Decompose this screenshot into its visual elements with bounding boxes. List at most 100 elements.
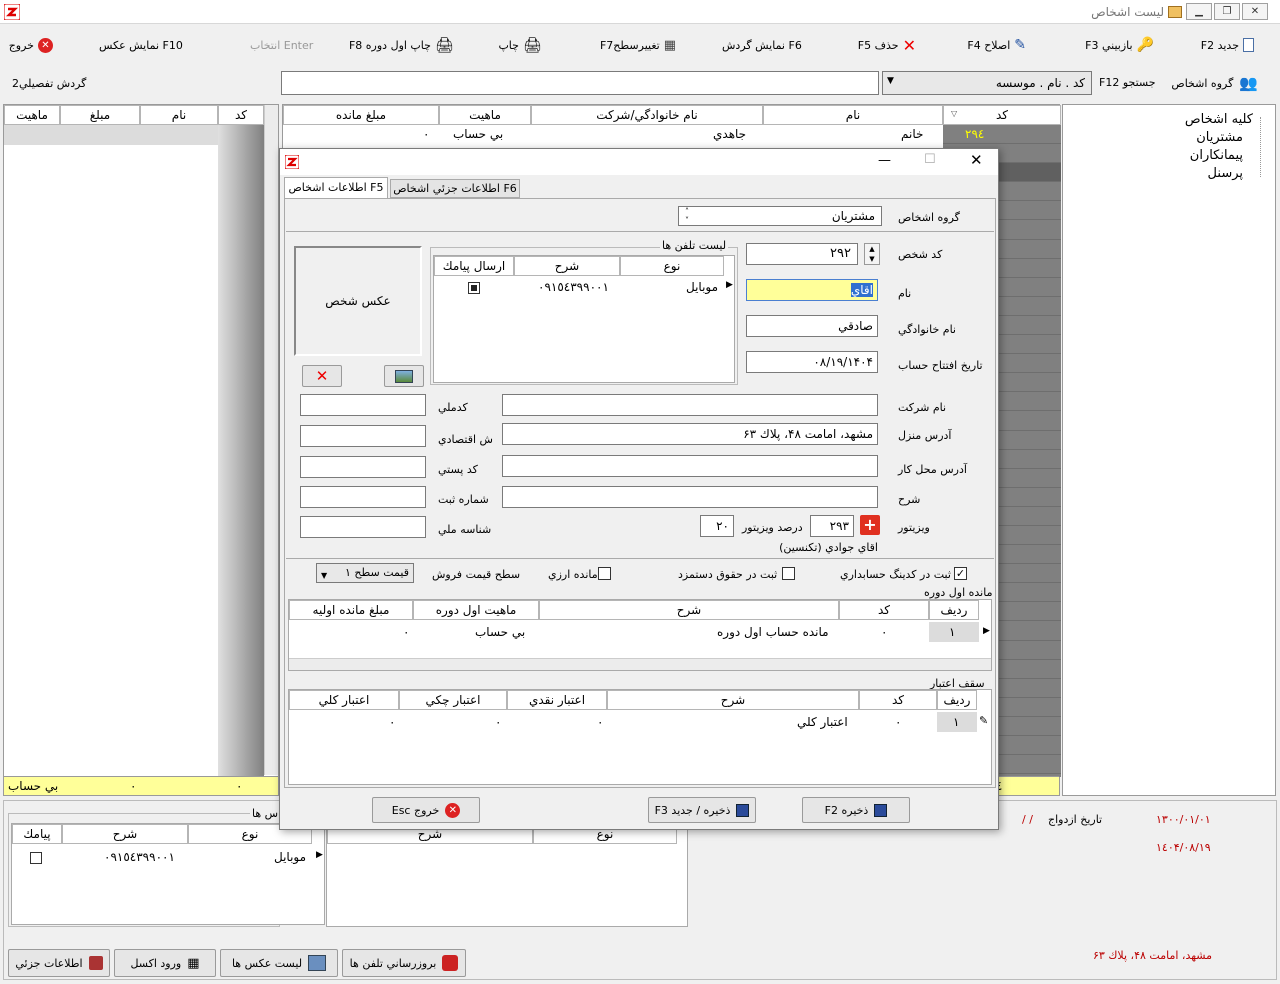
turnover-button[interactable]: نمايش گردش F6 [722,36,802,54]
add-visitor-button[interactable]: + [860,515,880,535]
home-address-label: آدرس منزل [898,429,952,442]
left-grid[interactable]: ماهيت مبلغ نام كد بي حساب ٠ ٠ [3,104,279,796]
person-photo[interactable]: عكس شخص [294,246,422,356]
tab-detail[interactable]: اطلاعات جزئي اشخاص F6 [390,179,520,198]
show-photo-button[interactable]: نمايش عكس F10 [99,36,183,54]
open-date-input[interactable]: ١۴٠۴/٠٨/١٩ [746,351,878,373]
dialog-maximize-button[interactable]: ☐ [924,152,936,167]
postal-input[interactable] [300,456,426,478]
opening-grid[interactable]: مبلغ مانده اوليه ماهيت اول دوره شرح كد ر… [288,599,992,671]
salary-label: ثبت در حقوق دستمزد [678,568,778,581]
sms-checkbox[interactable] [30,852,42,864]
open-date-label: تاريخ افتتاح حساب [898,359,983,372]
second-grid[interactable]: شرح نوع [326,823,688,927]
name-input[interactable]: اقاي [746,279,878,301]
excel-import-button[interactable]: ▦ ورود اكسل [114,949,216,977]
left-col-name[interactable]: نام [140,105,218,125]
minimize-button[interactable]: ▁ [1186,3,1212,20]
col-header-balance[interactable]: مبلغ مانده [283,105,439,125]
salary-checkbox[interactable] [782,567,795,580]
restore-button[interactable]: ❐ [1214,3,1240,20]
title-bar: ليست اشخاص ▁ ❐ ✕ [0,0,1280,24]
remove-photo-button[interactable]: ✕ [302,365,342,387]
work-address-input[interactable] [502,455,878,477]
code-spinner[interactable]: ▲ ▼ [864,243,880,265]
code-cell[interactable]: ٢٩٤ [943,125,1061,145]
group-label: گروه اشخاص [1171,76,1234,90]
col-header-name[interactable]: نام [763,105,943,125]
dialog-exit-button[interactable]: ✕ خروج Esc [372,797,480,823]
left-scrollbar[interactable] [264,105,278,775]
photo-list-button[interactable]: ليست عكس ها [220,949,338,977]
price-level-select[interactable]: قيمت سطح ١ ▼ [316,563,414,583]
edit-button[interactable]: ✎ اصلاح F4 [967,36,1026,54]
new-button[interactable]: جديد F2 [1201,36,1254,54]
col-header-nature[interactable]: ماهيت [439,105,531,125]
load-photo-button[interactable] [384,365,424,387]
update-phones-button[interactable]: بروزرساني تلفن ها [342,949,466,977]
review-button[interactable]: 🔑 بازبيني F3 [1085,36,1154,54]
printer-icon: 🖨 [522,36,542,54]
left-col-code[interactable]: كد [218,105,264,125]
national-code-input[interactable] [300,394,426,416]
person-dialog: — ☐ ✕ اطلاعات اشخاص F5 اطلاعات جزئي اشخا… [279,148,999,830]
sms-checkbox-checked[interactable] [468,282,480,294]
floppy-icon [874,803,888,817]
table-row[interactable]: ٠ بي حساب جاهدي خانم [283,125,943,143]
save-button[interactable]: ذخيره F2 [802,797,910,823]
family-input[interactable]: صادقي [746,315,878,337]
opening-scrollbar[interactable] [289,658,991,670]
search-input[interactable] [281,71,879,95]
tree-item[interactable]: مشتريان [1185,129,1253,147]
save-new-button[interactable]: ذخيره / جديد F3 [648,797,756,823]
search-label: F12 جستجو [1099,76,1156,89]
reg-input[interactable] [300,486,426,508]
visitor-percent-input[interactable]: ٢٠ [700,515,734,537]
level-button[interactable]: ▦ تغييرسطحF7 [600,36,676,54]
home-address-input[interactable]: مشهد، امامت ۴٨، پلاك ۶٣ [502,423,878,445]
national-code-label: كدملي [438,401,468,414]
sort-arrow-icon: ▽ [951,109,958,118]
select-button[interactable]: انتخاب Enter [250,36,313,54]
print-button[interactable]: 🖨 چاپ [498,36,542,54]
group-people-icon: 👥 [1239,74,1258,92]
exit-button[interactable]: ✕ خروج [9,36,53,54]
delete-x-icon: ✕ [902,35,916,55]
group-select[interactable]: مشتريان ˄ ˅ [678,206,882,226]
phones-grid[interactable]: پيامك شرح نوع ٠٩١٥٤٣٩٩٠٠١ موبايل ▶ [11,823,325,925]
family-label: نام خانوادگي [898,323,956,336]
group-tree[interactable]: كليه اشخاص مشتريان پيمانكاران پرسنل [1062,104,1276,796]
print-opening-button[interactable]: 🖨 چاپ اول دوره F8 [349,36,454,54]
search-mode-select[interactable]: كد . نام . موسسه ▼ [882,71,1092,95]
close-button[interactable]: ✕ [1242,3,1268,20]
visitor-code-input[interactable]: ٢٩٣ [810,515,854,537]
col-header-family[interactable]: نام خانوادگي/شركت [531,105,763,125]
national-id-input[interactable] [300,516,426,538]
coding-checkbox[interactable]: ✓ [954,567,967,580]
app-logo-icon [3,3,21,21]
desc-input[interactable] [502,486,878,508]
tree-item[interactable]: پرسنل [1185,165,1253,183]
col-header-code[interactable]: كد [943,105,1061,125]
chevron-down-icon: ▼ [321,571,328,580]
window-icon [1168,6,1182,18]
tree-item[interactable]: كليه اشخاص [1185,111,1253,129]
tab-info[interactable]: اطلاعات اشخاص F5 [284,177,388,199]
details-button[interactable]: اطلاعات جزئي [8,949,110,977]
edit-pointer-icon: ✎ [979,714,989,727]
tree-item[interactable]: پيمانكاران [1185,147,1253,165]
detail-turnover-button[interactable]: گردش تفصيلي2 [12,77,86,90]
company-input[interactable] [502,394,878,416]
dialog-close-button[interactable]: ✕ [970,151,983,169]
left-col-amount[interactable]: مبلغ [60,105,140,125]
desc-label: شرح [898,493,921,506]
delete-button[interactable]: ✕ حذف F5 [858,35,916,55]
dialog-minimize-button[interactable]: — [878,153,891,168]
left-col-nature[interactable]: ماهيت [4,105,60,125]
dialog-phones-grid[interactable]: ارسال پيامك شرح نوع ٠٩١٥٤٣٩٩٠٠١ موبايل ▶ [433,255,735,383]
details-icon [88,956,103,970]
code-input[interactable]: ٢٩٢ [746,243,858,265]
currency-checkbox[interactable] [598,567,611,580]
credit-grid[interactable]: اعتبار كلي اعتبار چكي اعتبار نقدي شرح كد… [288,689,992,785]
econ-input[interactable] [300,425,426,447]
